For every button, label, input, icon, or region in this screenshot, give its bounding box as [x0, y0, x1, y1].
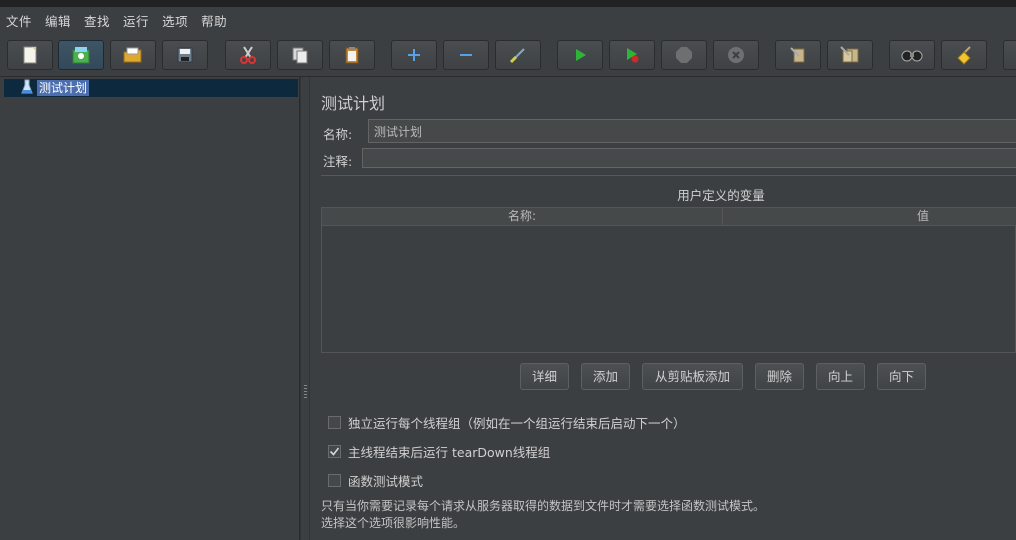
- clear-all-button[interactable]: [827, 40, 873, 70]
- comment-label: 注释:: [323, 154, 353, 169]
- search-button[interactable]: [889, 40, 935, 70]
- clear-icon: [788, 45, 808, 65]
- test-plan-panel: 测试计划 名称: 注释: 用户定义的变量 名称: 值 详细 添加 从剪贴板添加 …: [311, 77, 1016, 540]
- column-header-value[interactable]: 值: [723, 208, 1016, 225]
- menu-options[interactable]: 选项: [162, 11, 188, 30]
- window-top-strip: [0, 0, 1016, 7]
- teardown-on-shutdown-row[interactable]: 主线程结束后运行 tearDown线程组: [328, 442, 550, 461]
- paste-button[interactable]: [329, 40, 375, 70]
- search-icon: [901, 47, 923, 63]
- comment-field[interactable]: [362, 148, 1016, 168]
- tree-node-label: 测试计划: [37, 80, 90, 96]
- cut-button[interactable]: [225, 40, 271, 70]
- stop-icon: [675, 46, 693, 64]
- checkbox-label: 函数测试模式: [348, 474, 424, 489]
- menu-help[interactable]: 帮助: [201, 11, 227, 30]
- toggle-button[interactable]: [495, 40, 541, 70]
- checkbox-label: 主线程结束后运行 tearDown线程组: [348, 445, 551, 460]
- teardown-on-shutdown-checkbox[interactable]: [328, 445, 341, 458]
- user-variables-title: 用户定义的变量: [677, 188, 765, 203]
- column-header-name[interactable]: 名称:: [322, 208, 722, 225]
- open-button[interactable]: [110, 40, 156, 70]
- table-header: 名称: 值: [322, 208, 1016, 226]
- name-label: 名称:: [323, 127, 353, 142]
- functional-test-mode-checkbox[interactable]: [328, 474, 341, 487]
- divider: [321, 175, 1016, 176]
- tree-node-test-plan[interactable]: 测试计划: [4, 79, 298, 97]
- start-icon: [572, 47, 588, 63]
- stop-button[interactable]: [661, 40, 707, 70]
- open-icon: [122, 45, 144, 65]
- name-field[interactable]: [368, 119, 1016, 143]
- collapse-button[interactable]: [443, 40, 489, 70]
- test-plan-tree: 测试计划: [0, 77, 300, 540]
- templates-button[interactable]: [58, 40, 104, 70]
- start-button[interactable]: [557, 40, 603, 70]
- new-icon: [20, 45, 40, 65]
- functional-test-mode-row[interactable]: 函数测试模式: [328, 471, 423, 490]
- run-thread-groups-consecutively-row[interactable]: 独立运行每个线程组（例如在一个组运行结束后启动下一个）: [328, 413, 686, 432]
- checkbox-label: 独立运行每个线程组（例如在一个组运行结束后启动下一个）: [348, 416, 686, 431]
- splitter-grip[interactable]: [304, 385, 307, 399]
- pane-splitter[interactable]: [300, 77, 310, 540]
- save-button[interactable]: [162, 40, 208, 70]
- paste-icon: [342, 45, 362, 65]
- checkmark-icon: [329, 447, 340, 456]
- menu-run[interactable]: 运行: [123, 11, 149, 30]
- move-up-button[interactable]: 向上: [816, 363, 865, 390]
- clear-button[interactable]: [775, 40, 821, 70]
- detail-button[interactable]: 详细: [520, 363, 569, 390]
- expand-icon: [406, 47, 422, 63]
- cut-icon: [238, 45, 258, 65]
- functional-mode-note-line1: 只有当你需要记录每个请求从服务器取得的数据到文件时才需要选择函数测试模式。: [321, 499, 766, 513]
- toolbar: [0, 33, 1016, 77]
- toggle-icon: [508, 45, 528, 65]
- start-no-pause-button[interactable]: [609, 40, 655, 70]
- menu-edit[interactable]: 编辑: [45, 11, 71, 30]
- add-button[interactable]: 添加: [581, 363, 630, 390]
- user-variables-table[interactable]: 名称: 值: [321, 207, 1016, 353]
- copy-button[interactable]: [277, 40, 323, 70]
- run-thread-groups-consecutively-checkbox[interactable]: [328, 416, 341, 429]
- expand-button[interactable]: [391, 40, 437, 70]
- add-from-clipboard-button[interactable]: 从剪贴板添加: [642, 363, 743, 390]
- reset-search-button[interactable]: [941, 40, 987, 70]
- more-button[interactable]: [1003, 40, 1016, 70]
- menu-search[interactable]: 查找: [84, 11, 110, 30]
- new-button[interactable]: [7, 40, 53, 70]
- menu-bar: 文件 编辑 查找 运行 选项 帮助: [0, 7, 1016, 33]
- page-title: 测试计划: [321, 94, 386, 113]
- clear-all-icon: [839, 45, 861, 65]
- delete-button[interactable]: 删除: [755, 363, 804, 390]
- save-icon: [175, 45, 195, 65]
- shutdown-icon: [727, 46, 745, 64]
- start-no-pause-icon: [623, 46, 641, 64]
- reset-search-icon: [954, 45, 974, 65]
- functional-mode-note-line2: 选择这个选项很影响性能。: [321, 516, 466, 530]
- collapse-icon: [458, 47, 474, 63]
- copy-icon: [290, 45, 310, 65]
- shutdown-button[interactable]: [713, 40, 759, 70]
- menu-file[interactable]: 文件: [6, 11, 32, 30]
- templates-icon: [70, 45, 92, 65]
- flask-icon: [21, 79, 33, 98]
- move-down-button[interactable]: 向下: [877, 363, 926, 390]
